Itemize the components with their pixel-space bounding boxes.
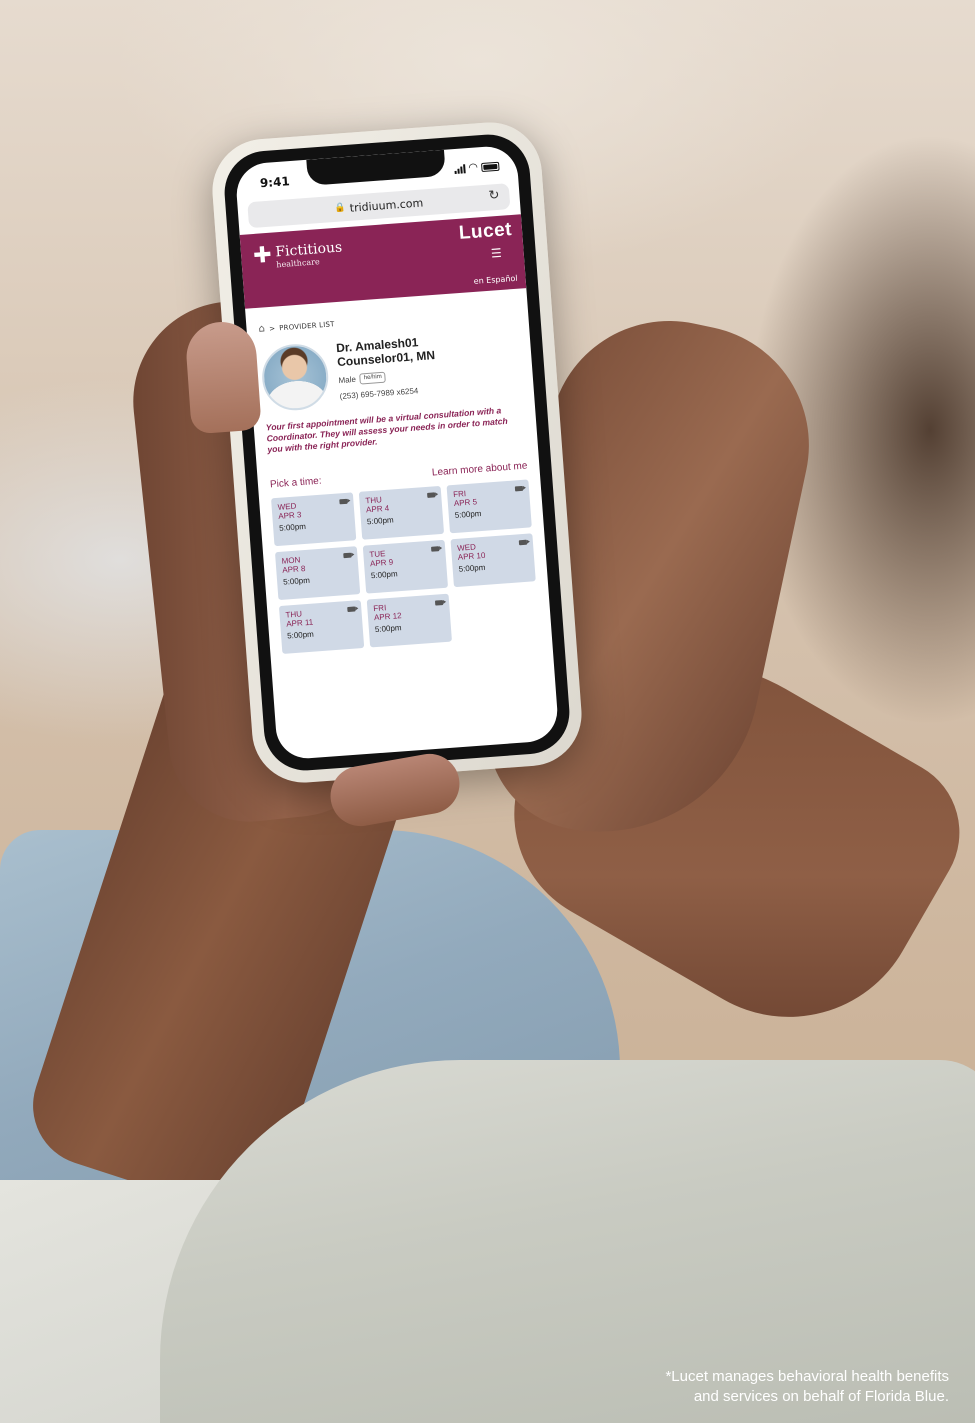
- time-slot[interactable]: THU APR 4 5:00pm: [358, 485, 445, 540]
- status-time: 9:41: [259, 174, 291, 191]
- time-slot[interactable]: TUE APR 9 5:00pm: [362, 539, 449, 594]
- video-icon: [518, 539, 528, 546]
- battery-icon: [480, 161, 500, 172]
- slot-time: 5:00pm: [286, 629, 315, 641]
- slot-time: 5:00pm: [454, 508, 482, 520]
- status-icons: ◠: [454, 160, 500, 175]
- time-slot[interactable]: WED APR 3 5:00pm: [271, 492, 357, 547]
- left-thumb: [184, 319, 262, 435]
- phone-screen: 9:41 ◠ 🔒 tridiuum.com ↻ ✚ Fictitious hea…: [234, 144, 560, 761]
- time-slot[interactable]: FRI APR 12 5:00pm: [366, 593, 452, 648]
- video-icon: [343, 552, 352, 559]
- time-slot[interactable]: THU APR 11 5:00pm: [278, 600, 365, 654]
- breadcrumb-separator: >: [268, 324, 276, 333]
- video-icon: [339, 498, 348, 505]
- disclaimer: *Lucet manages behavioral health benefit…: [529, 1367, 949, 1407]
- provider-card: Dr. Amalesh01 Counselor01, MN Male he/hi…: [259, 328, 522, 413]
- provider-gender: Male: [338, 374, 357, 386]
- url-text: tridiuum.com: [349, 195, 424, 215]
- provider-meta: Male he/him: [338, 368, 437, 386]
- wifi-icon: ◠: [468, 160, 478, 174]
- phone-device: 9:41 ◠ 🔒 tridiuum.com ↻ ✚ Fictitious hea…: [208, 118, 586, 787]
- phone-bezel: 9:41 ◠ 🔒 tridiuum.com ↻ ✚ Fictitious hea…: [221, 131, 573, 774]
- pick-time-label: Pick a time:: [269, 475, 322, 491]
- learn-more-link[interactable]: Learn more about me: [432, 461, 528, 479]
- home-icon[interactable]: ⌂: [258, 323, 265, 334]
- language-link[interactable]: en Español: [473, 274, 517, 286]
- time-slot[interactable]: FRI APR 5 5:00pm: [446, 479, 532, 534]
- time-slot-grid: WED APR 3 5:00pm THU APR 4 5:00pm FRI AP…: [271, 479, 540, 654]
- video-icon: [430, 546, 440, 552]
- slot-time: 5:00pm: [458, 562, 486, 574]
- provider-info: Dr. Amalesh01 Counselor01, MN Male he/hi…: [336, 334, 439, 407]
- partner-logo: Lucet: [458, 219, 513, 244]
- provider-phone[interactable]: (253) 695-7989 x6254: [339, 385, 437, 401]
- lock-icon: 🔒: [334, 203, 347, 214]
- plus-icon: ✚: [252, 242, 273, 269]
- time-slot[interactable]: WED APR 10 5:00pm: [450, 533, 536, 588]
- reload-icon[interactable]: ↻: [488, 188, 500, 204]
- filter-icon[interactable]: ☰: [490, 246, 502, 261]
- time-slot[interactable]: MON APR 8 5:00pm: [274, 546, 361, 601]
- video-icon: [427, 492, 436, 498]
- video-icon: [434, 600, 444, 606]
- slot-time: 5:00pm: [282, 575, 311, 587]
- signal-icon: [454, 163, 466, 175]
- avatar: [259, 341, 331, 413]
- video-icon: [347, 606, 356, 613]
- phone-frame: 9:41 ◠ 🔒 tridiuum.com ↻ ✚ Fictitious hea…: [208, 118, 586, 787]
- video-icon: [514, 485, 524, 492]
- disclaimer-line1: *Lucet manages behavioral health benefit…: [665, 1368, 949, 1385]
- disclaimer-line2: and services on behalf of Florida Blue.: [693, 1388, 949, 1405]
- breadcrumb-provider-list[interactable]: PROVIDER LIST: [279, 320, 335, 332]
- consultation-notice: Your first appointment will be a virtual…: [265, 405, 508, 455]
- slot-time: 5:00pm: [278, 521, 307, 533]
- pronoun-badge: he/him: [359, 371, 387, 385]
- slot-time: 5:00pm: [366, 515, 394, 527]
- slot-time: 5:00pm: [374, 623, 402, 635]
- slot-time: 5:00pm: [370, 569, 398, 581]
- page-content: ⌂ > PROVIDER LIST Dr. Amalesh01 Counselo…: [245, 288, 552, 655]
